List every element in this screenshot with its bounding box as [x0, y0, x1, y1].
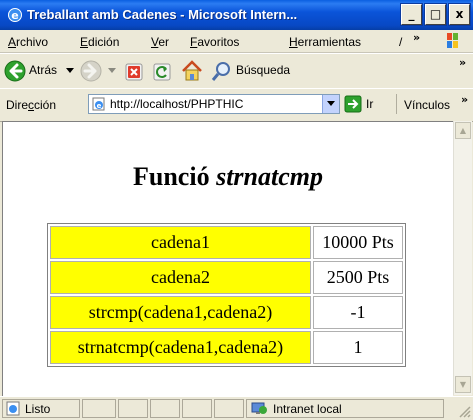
address-url[interactable]: http://localhost/PHPTHIC — [110, 96, 315, 112]
intranet-zone-icon — [251, 402, 267, 414]
table-row: cadena1 10000 Pts — [50, 226, 403, 259]
stop-icon[interactable] — [124, 62, 144, 82]
window-title: Treballant amb Cadenes - Microsoft Inter… — [27, 7, 298, 22]
menu-ver[interactable]: Ver — [151, 34, 169, 50]
menu-herramientas-accel: H — [289, 35, 298, 49]
status-panel-zone: Intranet local — [246, 399, 444, 418]
row-key: strnatcmp(cadena1,cadena2) — [50, 331, 311, 364]
forward-arrow-icon — [80, 60, 102, 82]
row-value: -1 — [313, 296, 403, 329]
address-bar: Dirección e http://localhost/PHPTHIC Ir … — [0, 88, 473, 122]
table-row: strnatcmp(cadena1,cadena2) 1 — [50, 331, 403, 364]
menu-herramientas-rest: erramientas — [297, 35, 362, 49]
status-panel-4 — [150, 399, 180, 418]
address-input[interactable]: e http://localhost/PHPTHIC — [88, 94, 340, 114]
menu-favoritos-rest: avoritos — [197, 35, 240, 49]
address-dropdown-icon — [327, 101, 335, 106]
menu-herramientas[interactable]: Herramientas — [289, 34, 361, 50]
svg-text:e: e — [97, 102, 102, 110]
row-key: strcmp(cadena1,cadena2) — [50, 296, 311, 329]
address-dropdown-button[interactable] — [322, 95, 339, 113]
window-title-bar[interactable]: e Treballant amb Cadenes - Microsoft Int… — [0, 0, 473, 30]
menu-ayuda-truncated[interactable]: / — [399, 34, 402, 50]
close-button[interactable]: x — [448, 3, 471, 26]
menu-edicion-rest: dición — [88, 35, 120, 49]
menu-ayuda-rest: / — [399, 35, 403, 49]
page-heading: Funció strnatcmp — [3, 162, 453, 192]
heading-function-name: strnatcmp — [216, 162, 323, 191]
svg-text:e: e — [11, 9, 18, 22]
toolbar-overflow-chevron[interactable]: » — [459, 56, 466, 69]
menu-overflow-chevron[interactable]: » — [413, 31, 420, 44]
go-button[interactable]: Ir — [344, 94, 394, 114]
search-button[interactable]: Búsqueda — [211, 59, 301, 83]
back-button-label: Atrás — [29, 63, 58, 77]
row-value: 1 — [313, 331, 403, 364]
status-text: Listo — [25, 402, 51, 416]
scroll-down-button[interactable]: ▼ — [455, 376, 471, 393]
status-panel-2 — [82, 399, 116, 418]
links-button[interactable]: Vínculos — [404, 98, 450, 112]
table-row: strcmp(cadena1,cadena2) -1 — [50, 296, 403, 329]
maximize-button[interactable]: □ — [424, 3, 447, 26]
address-label-post: ción — [34, 98, 57, 112]
windows-logo-icon — [447, 33, 458, 48]
row-value: 2500 Pts — [313, 261, 403, 294]
page-content: Funció strnatcmp cadena1 10000 Pts caden… — [2, 121, 453, 396]
results-table: cadena1 10000 Pts cadena2 2500 Pts strcm… — [47, 223, 406, 367]
scroll-up-button[interactable]: ▲ — [455, 122, 471, 139]
menu-archivo-rest: rchivo — [16, 35, 49, 49]
menu-archivo-accel: A — [8, 35, 17, 49]
page-icon: e — [92, 97, 105, 111]
internet-explorer-icon: e — [8, 8, 22, 22]
go-arrow-icon — [344, 95, 362, 113]
search-button-label: Búsqueda — [236, 63, 291, 77]
table-row: cadena2 2500 Pts — [50, 261, 403, 294]
minimize-button[interactable]: _ — [400, 3, 423, 26]
menu-bar: Archivo Edición Ver Favoritos Herramient… — [0, 30, 473, 53]
status-panel-3 — [118, 399, 148, 418]
page-status-icon — [6, 401, 20, 416]
forward-dropdown-icon[interactable] — [108, 68, 116, 74]
zone-text: Intranet local — [273, 402, 342, 416]
status-panel-5 — [182, 399, 212, 418]
standard-toolbar: Atrás Búsqueda » — [0, 53, 473, 89]
heading-plain: Funció — [133, 162, 210, 191]
menu-ver-rest: er — [158, 35, 170, 49]
address-label-pre: Dire — [6, 98, 29, 112]
links-overflow-chevron[interactable]: » — [461, 93, 468, 106]
row-key: cadena1 — [50, 226, 311, 259]
menu-edicion-accel: E — [80, 35, 89, 49]
status-panel-main: Listo — [2, 399, 80, 418]
vertical-scrollbar[interactable]: ▲ ▼ — [453, 121, 472, 395]
menu-archivo[interactable]: Archivo — [8, 34, 48, 50]
back-dropdown-icon[interactable] — [66, 68, 74, 74]
address-separator — [396, 94, 397, 114]
back-arrow-icon — [4, 60, 26, 82]
refresh-icon[interactable] — [152, 62, 172, 82]
menu-favoritos[interactable]: Favoritos — [190, 34, 239, 50]
row-key: cadena2 — [50, 261, 311, 294]
status-panel-6 — [214, 399, 244, 418]
search-magnifier-icon — [211, 62, 230, 81]
go-button-label: Ir — [366, 97, 374, 111]
forward-button[interactable] — [80, 58, 122, 84]
resize-grip-icon[interactable] — [457, 404, 471, 418]
address-label: Dirección — [6, 98, 56, 112]
menu-edicion[interactable]: Edición — [80, 34, 119, 50]
home-icon[interactable] — [180, 59, 204, 83]
row-value: 10000 Pts — [313, 226, 403, 259]
status-bar: Listo Intranet local — [0, 396, 473, 420]
